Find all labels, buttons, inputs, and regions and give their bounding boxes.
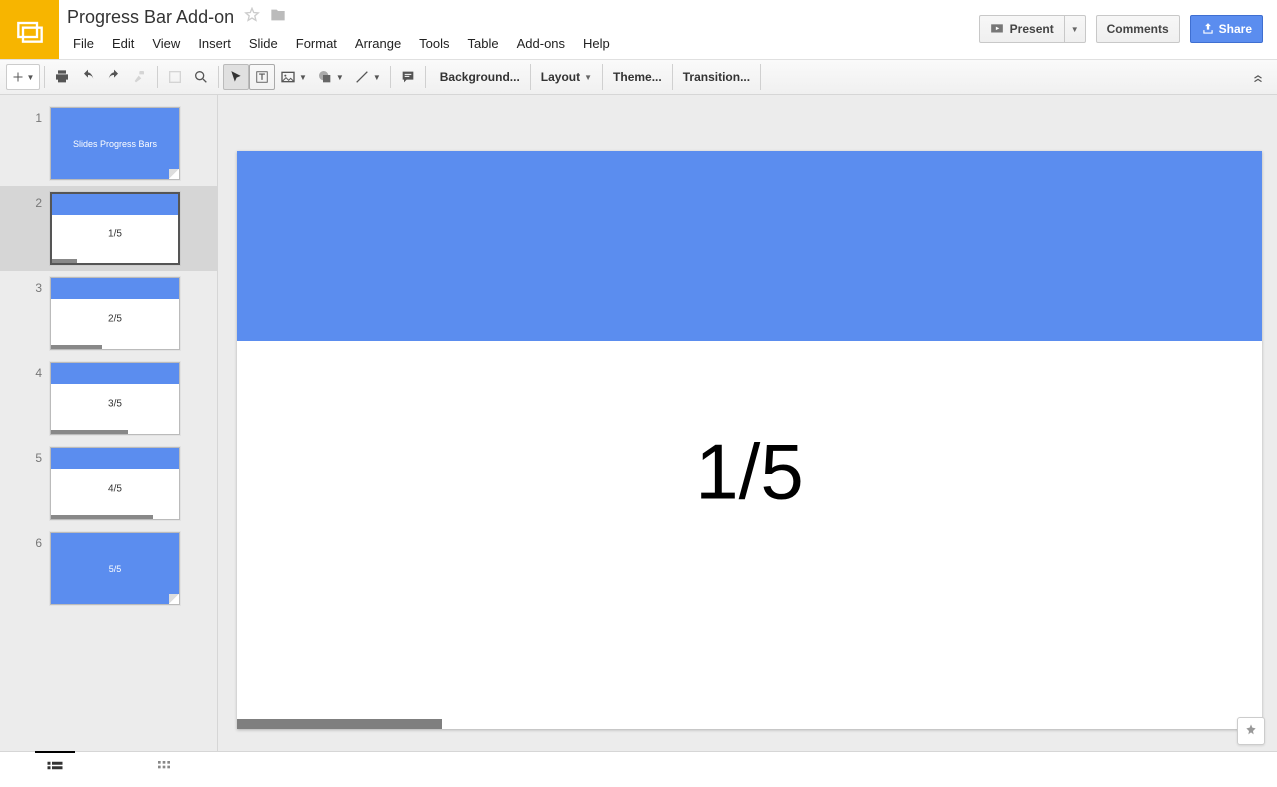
theme-button[interactable]: Theme... (603, 64, 673, 90)
thumbnail-number: 3 (0, 277, 50, 295)
present-label: Present (1010, 22, 1054, 36)
slide-thumbnails: 1 Slides Progress Bars 2 1/5 3 2/5 4 3/5 5 4/5 6 5/… (0, 95, 218, 751)
print-button[interactable] (49, 64, 75, 90)
text-box-tool[interactable] (249, 64, 275, 90)
present-dropdown[interactable]: ▼ (1065, 15, 1086, 43)
explore-button[interactable] (1237, 717, 1265, 745)
menu-tools[interactable]: Tools (411, 33, 457, 54)
menu-format[interactable]: Format (288, 33, 345, 54)
fold-icon (169, 594, 179, 604)
thumb-title: Slides Progress Bars (51, 139, 179, 149)
thumbnail[interactable]: 1/5 (50, 192, 180, 265)
slide-progress-bar (237, 719, 442, 729)
thumbnail[interactable]: 3/5 (50, 362, 180, 435)
zoom-fit-button (162, 64, 188, 90)
slide-text: 1/5 (237, 426, 1262, 517)
thumb-banner (51, 363, 179, 384)
thumbnail[interactable]: 4/5 (50, 447, 180, 520)
thumb-progress-bar (51, 345, 102, 349)
line-tool[interactable]: ▼ (349, 64, 386, 90)
layout-button[interactable]: Layout▼ (531, 64, 603, 90)
thumbnail-row[interactable]: 3 2/5 (0, 271, 217, 356)
canvas-area: 1/5 (218, 95, 1277, 751)
menu-bar: FileEditViewInsertSlideFormatArrangeTool… (65, 31, 979, 55)
present-button[interactable]: Present (979, 15, 1065, 43)
grid-view-icon[interactable] (150, 753, 178, 786)
view-indicator (35, 751, 75, 753)
menu-add-ons[interactable]: Add-ons (509, 33, 573, 54)
menu-slide[interactable]: Slide (241, 33, 286, 54)
image-tool[interactable]: ▼ (275, 64, 312, 90)
footer (0, 751, 1277, 787)
paint-format-button (127, 64, 153, 90)
new-slide-button[interactable]: ▼ (6, 64, 40, 90)
thumb-title: 5/5 (51, 564, 179, 574)
thumbnail-number: 4 (0, 362, 50, 380)
toolbar: ▼ ▼ ▼ ▼ Background... Layout▼ Th (0, 59, 1277, 95)
thumb-label: 1/5 (52, 229, 178, 240)
slide-banner (237, 151, 1262, 341)
zoom-button[interactable] (188, 64, 214, 90)
redo-button[interactable] (101, 64, 127, 90)
transition-button[interactable]: Transition... (673, 64, 761, 90)
fold-icon (169, 169, 179, 179)
thumb-progress-bar (52, 259, 77, 263)
thumbnail-row[interactable]: 6 5/5 (0, 526, 217, 611)
select-tool[interactable] (223, 64, 249, 90)
share-button[interactable]: Share (1190, 15, 1263, 43)
thumb-banner (52, 194, 178, 215)
thumbnail[interactable]: Slides Progress Bars (50, 107, 180, 180)
menu-insert[interactable]: Insert (190, 33, 239, 54)
undo-button[interactable] (75, 64, 101, 90)
collapse-toolbar-icon[interactable] (1245, 64, 1271, 90)
comment-tool[interactable] (395, 64, 421, 90)
thumbnail[interactable]: 2/5 (50, 277, 180, 350)
filmstrip-view-icon[interactable] (40, 754, 70, 785)
main-slide[interactable]: 1/5 (237, 151, 1262, 729)
folder-icon[interactable] (270, 7, 286, 28)
comments-button[interactable]: Comments (1096, 15, 1180, 43)
thumbnail-number: 5 (0, 447, 50, 465)
thumbnail-number: 6 (0, 532, 50, 550)
background-button[interactable]: Background... (430, 64, 531, 90)
thumbnail-number: 2 (0, 192, 50, 210)
slides-logo[interactable] (0, 0, 59, 59)
thumbnail[interactable]: 5/5 (50, 532, 180, 605)
thumbnail-row[interactable]: 4 3/5 (0, 356, 217, 441)
thumb-banner (51, 278, 179, 299)
thumb-label: 4/5 (51, 484, 179, 495)
menu-arrange[interactable]: Arrange (347, 33, 409, 54)
thumb-banner (51, 448, 179, 469)
thumb-label: 2/5 (51, 314, 179, 325)
thumbnail-row[interactable]: 5 4/5 (0, 441, 217, 526)
menu-help[interactable]: Help (575, 33, 618, 54)
thumbnail-row[interactable]: 1 Slides Progress Bars (0, 101, 217, 186)
star-icon[interactable] (244, 7, 260, 28)
thumb-label: 3/5 (51, 399, 179, 410)
menu-edit[interactable]: Edit (104, 33, 142, 54)
thumb-progress-bar (51, 515, 153, 519)
thumbnail-number: 1 (0, 107, 50, 125)
menu-view[interactable]: View (144, 33, 188, 54)
shape-tool[interactable]: ▼ (312, 64, 349, 90)
thumbnail-row[interactable]: 2 1/5 (0, 186, 217, 271)
menu-file[interactable]: File (65, 33, 102, 54)
present-button-group: Present ▼ (979, 15, 1086, 43)
menu-table[interactable]: Table (460, 33, 507, 54)
thumb-progress-bar (51, 430, 128, 434)
document-title[interactable]: Progress Bar Add-on (67, 7, 234, 28)
